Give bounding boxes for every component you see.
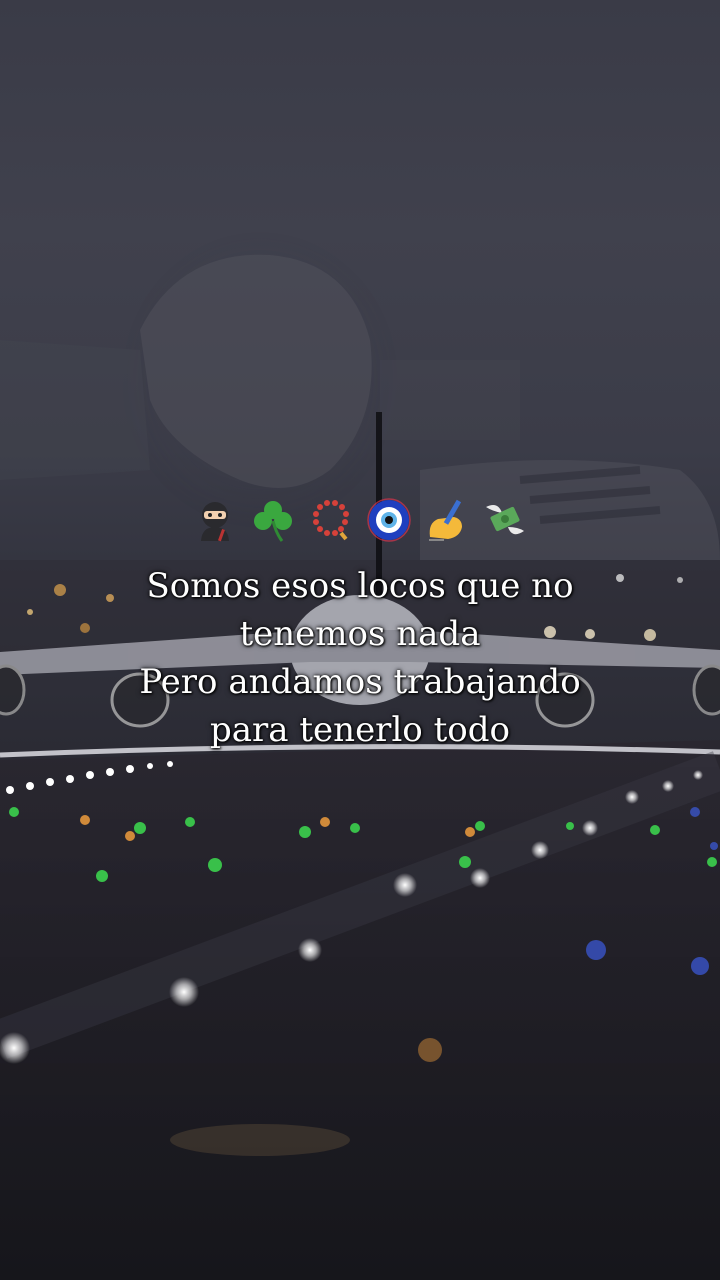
- caption-line-2: tenemos nada: [239, 614, 481, 654]
- video-screen[interactable]: Somos esos locos que no tenemos nada Per…: [0, 0, 720, 1280]
- nazar-amulet-icon: [364, 495, 414, 545]
- video-caption: Somos esos locos que no tenemos nada Per…: [60, 562, 660, 754]
- writing-hand-icon: [422, 495, 472, 545]
- runway: [0, 740, 720, 1280]
- caption-line-3: Pero andamos trabajando: [139, 662, 581, 702]
- caption-line-1: Somos esos locos que no: [146, 566, 574, 606]
- prayer-beads-icon: [306, 495, 356, 545]
- caption-line-4: para tenerlo todo: [210, 710, 510, 750]
- shamrock-icon: [248, 495, 298, 545]
- money-with-wings-icon: [480, 495, 530, 545]
- ninja-icon: [190, 495, 240, 545]
- emoji-row: [0, 492, 720, 548]
